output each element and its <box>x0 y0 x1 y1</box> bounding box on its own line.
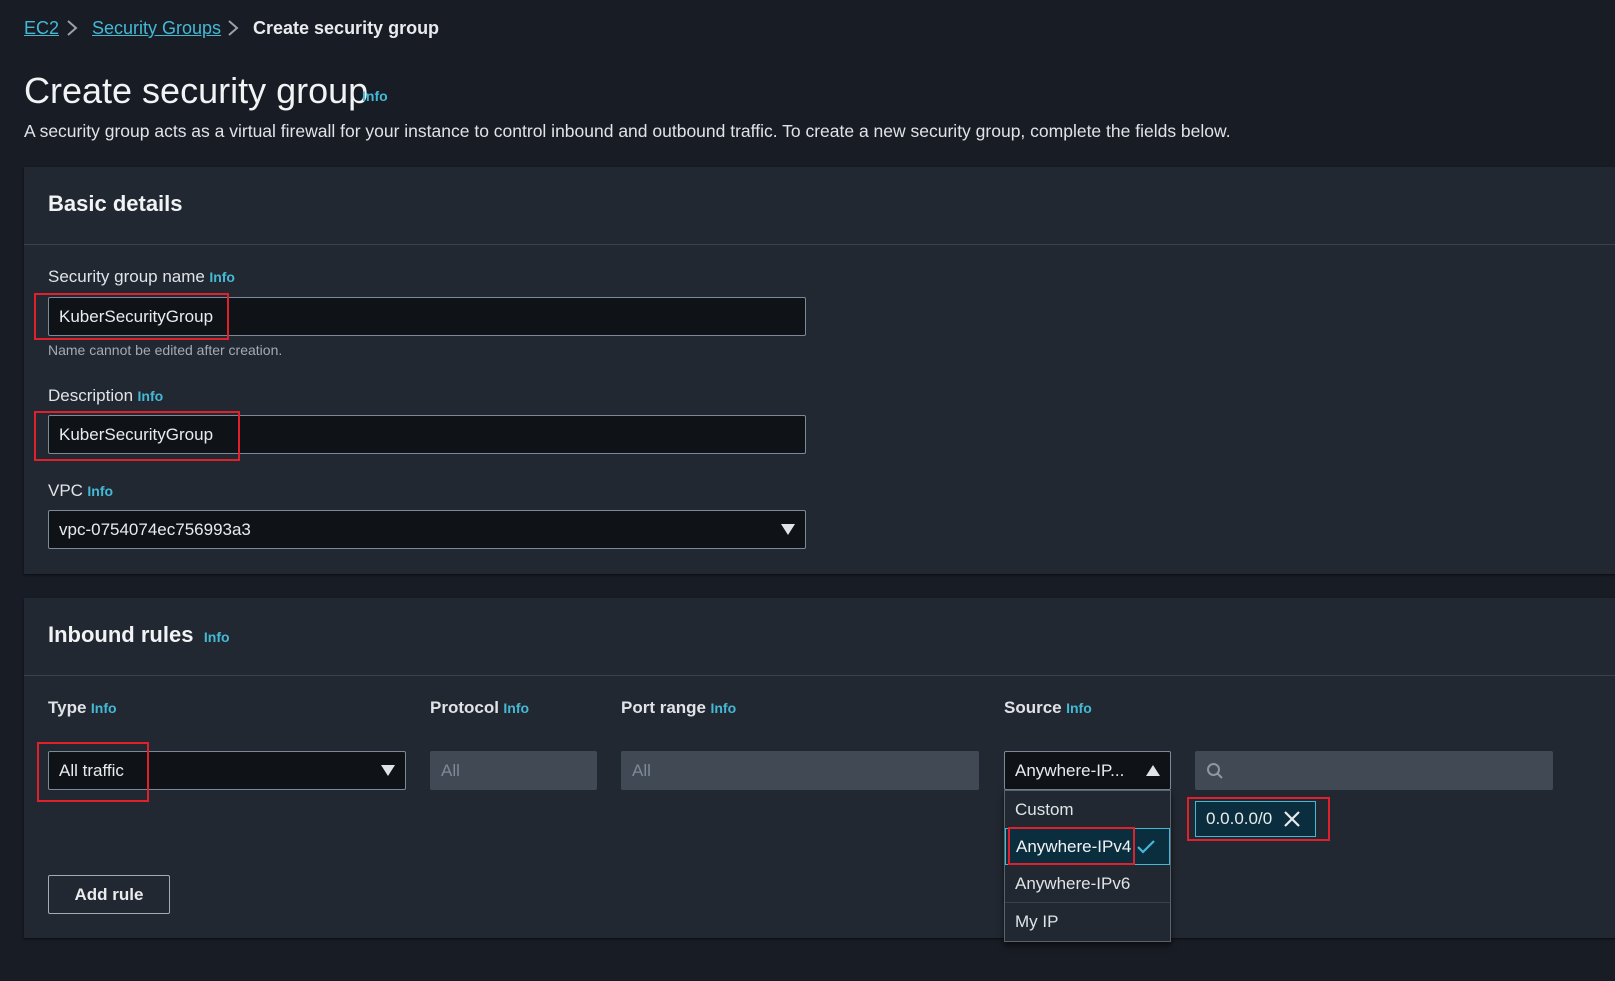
security-group-name-value: KuberSecurityGroup <box>59 306 214 326</box>
vpc-label-row: VPC Info <box>48 481 113 501</box>
breadcrumb-ec2-link[interactable]: EC2 <box>24 18 59 39</box>
source-option-custom[interactable]: Custom <box>1005 791 1170 828</box>
type-select[interactable]: All traffic <box>48 751 406 790</box>
security-group-name-input[interactable]: KuberSecurityGroup <box>48 297 806 336</box>
breadcrumb-security-groups-link[interactable]: Security Groups <box>92 18 221 39</box>
column-port-range-header: Port range Info <box>621 698 736 718</box>
vpc-value: vpc-0754074ec756993a3 <box>59 519 251 539</box>
basic-details-panel: Basic details Security group name Info K… <box>24 167 1615 574</box>
caret-up-icon <box>1146 765 1160 776</box>
chevron-right-icon <box>228 20 239 36</box>
description-input[interactable]: KuberSecurityGroup <box>48 415 806 454</box>
panel-divider <box>24 244 1615 245</box>
column-source-header: Source Info <box>1004 698 1092 718</box>
vpc-info-link[interactable]: Info <box>87 483 113 499</box>
port-range-value: All <box>632 760 651 780</box>
panel-divider <box>24 675 1615 676</box>
add-rule-button[interactable]: Add rule <box>48 875 170 914</box>
title-info-link[interactable]: Info <box>362 88 388 104</box>
source-option-label: Anywhere-IPv4 <box>1016 836 1132 856</box>
checkmark-icon <box>1137 839 1155 854</box>
type-info-link[interactable]: Info <box>91 700 117 716</box>
port-range-info-link[interactable]: Info <box>710 700 736 716</box>
name-info-link[interactable]: Info <box>209 269 235 285</box>
column-port-range-label: Port range <box>621 698 707 717</box>
source-option-anywhere-ipv6[interactable]: Anywhere-IPv6 <box>1005 865 1170 902</box>
chevron-right-icon <box>67 20 78 36</box>
column-protocol-label: Protocol <box>430 698 499 717</box>
name-label-row: Security group name Info <box>48 267 235 287</box>
column-protocol-header: Protocol Info <box>430 698 529 718</box>
cidr-search-input[interactable] <box>1195 751 1553 790</box>
vpc-select[interactable]: vpc-0754074ec756993a3 <box>48 510 806 549</box>
cidr-token: 0.0.0.0/0 <box>1195 801 1316 837</box>
page-description: A security group acts as a virtual firew… <box>24 121 1231 141</box>
column-source-label: Source <box>1004 698 1062 717</box>
column-type-label: Type <box>48 698 87 717</box>
cidr-token-value: 0.0.0.0/0 <box>1206 809 1273 828</box>
description-label: Description <box>48 386 134 405</box>
protocol-info-link[interactable]: Info <box>503 700 529 716</box>
inbound-rules-panel: Inbound rules Info Type Info Protocol In… <box>24 598 1615 938</box>
name-hint: Name cannot be edited after creation. <box>48 342 283 358</box>
inbound-heading-row: Inbound rules Info <box>48 622 230 648</box>
source-option-my-ip[interactable]: My IP <box>1005 903 1170 940</box>
protocol-input: All <box>430 751 597 790</box>
search-icon <box>1207 762 1223 779</box>
inbound-rules-heading: Inbound rules <box>48 622 194 647</box>
source-options-menu: Custom Anywhere-IPv4 Anywhere-IPv6 My IP <box>1004 790 1171 942</box>
source-select[interactable]: Anywhere-IP... <box>1004 751 1171 790</box>
vpc-label: VPC <box>48 481 83 500</box>
inbound-info-link[interactable]: Info <box>204 629 230 645</box>
breadcrumb-current: Create security group <box>253 18 440 38</box>
basic-details-heading: Basic details <box>48 191 183 216</box>
page-title: Create security group <box>24 70 369 111</box>
type-value: All traffic <box>59 760 124 780</box>
description-info-link[interactable]: Info <box>138 388 164 404</box>
source-info-link[interactable]: Info <box>1066 700 1092 716</box>
column-type-header: Type Info <box>48 698 117 718</box>
source-value: Anywhere-IP... <box>1015 760 1125 780</box>
port-range-input: All <box>621 751 979 790</box>
description-value: KuberSecurityGroup <box>59 424 214 444</box>
protocol-value: All <box>441 760 460 780</box>
source-option-anywhere-ipv4[interactable]: Anywhere-IPv4 <box>1005 828 1170 865</box>
description-label-row: Description Info <box>48 386 163 406</box>
close-icon[interactable] <box>1283 810 1301 828</box>
caret-down-icon <box>781 524 795 535</box>
caret-down-icon <box>381 765 395 776</box>
name-label: Security group name <box>48 267 205 286</box>
